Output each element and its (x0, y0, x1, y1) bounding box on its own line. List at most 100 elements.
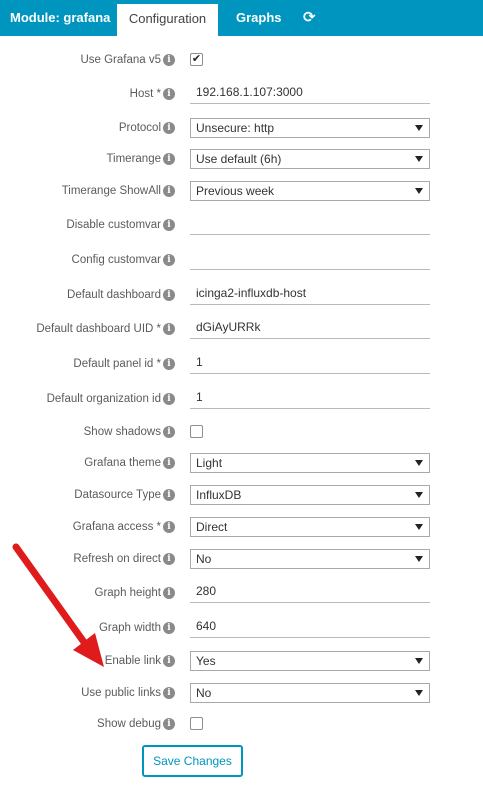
tab-configuration[interactable]: Configuration (117, 4, 218, 36)
label-graph-width: Graph width (98, 622, 161, 634)
chevron-down-icon (415, 125, 423, 131)
grafana-access-select[interactable]: Direct (190, 517, 430, 537)
info-icon[interactable]: i (163, 185, 175, 197)
info-icon[interactable]: i (163, 718, 175, 730)
tab-graphs[interactable]: Graphs (236, 0, 282, 36)
row-refresh-on-direct: Refresh on direct i No (0, 545, 483, 573)
chevron-down-icon (415, 156, 423, 162)
label-default-panel-id: Default panel id * (73, 358, 161, 370)
grafana-theme-select-value: Light (196, 456, 223, 470)
label-timerange-showall: Timerange ShowAll (61, 185, 161, 197)
graph-height-input[interactable] (190, 580, 430, 603)
refresh-on-direct-select-value: No (196, 552, 212, 566)
row-disable-customvar: Disable customvar i (0, 211, 483, 239)
chevron-down-icon (415, 524, 423, 530)
protocol-select-value: Unsecure: http (196, 121, 275, 135)
row-use-public-links: Use public links i No (0, 679, 483, 707)
row-grafana-access: Grafana access * i Direct (0, 513, 483, 541)
enable-link-select[interactable]: Yes (190, 651, 430, 671)
config-customvar-input[interactable] (190, 247, 430, 270)
checkbox-show-shadows[interactable] (190, 425, 203, 438)
label-graph-height: Graph height (94, 587, 162, 599)
label-show-debug: Show debug (97, 718, 161, 730)
default-org-id-input[interactable] (190, 386, 430, 409)
protocol-select[interactable]: Unsecure: http (190, 118, 430, 138)
timerange-showall-select[interactable]: Previous week (190, 181, 430, 201)
row-default-dashboard: Default dashboard i (0, 281, 483, 309)
chevron-down-icon (415, 460, 423, 466)
use-public-links-select[interactable]: No (190, 683, 430, 703)
default-dashboard-input[interactable] (190, 282, 430, 305)
info-icon[interactable]: i (163, 426, 175, 438)
row-host: Host * i (0, 80, 483, 108)
row-config-customvar: Config customvar i (0, 246, 483, 274)
info-icon[interactable]: i (163, 622, 175, 634)
label-show-shadows: Show shadows (83, 426, 161, 438)
label-disable-customvar: Disable customvar (66, 219, 161, 231)
grafana-theme-select[interactable]: Light (190, 453, 430, 473)
row-default-org-id: Default organization id i (0, 385, 483, 413)
row-protocol: Protocol i Unsecure: http (0, 114, 483, 142)
label-datasource-type: Datasource Type (74, 489, 161, 501)
timerange-select-value: Use default (6h) (196, 152, 282, 166)
info-icon[interactable]: i (163, 553, 175, 565)
row-default-panel-id: Default panel id * i (0, 350, 483, 378)
datasource-type-select[interactable]: InfluxDB (190, 485, 430, 505)
row-graph-height: Graph height i (0, 579, 483, 607)
datasource-type-select-value: InfluxDB (196, 488, 242, 502)
label-default-dashboard: Default dashboard (67, 289, 161, 301)
grafana-access-select-value: Direct (196, 520, 228, 534)
row-show-debug: Show debug i (0, 710, 483, 738)
info-icon[interactable]: i (163, 88, 175, 100)
info-icon[interactable]: i (163, 254, 175, 266)
info-icon[interactable]: i (163, 323, 175, 335)
row-show-shadows: Show shadows i (0, 418, 483, 446)
enable-link-select-value: Yes (196, 654, 216, 668)
info-icon[interactable]: i (163, 219, 175, 231)
row-use-grafana-v5: Use Grafana v5 i ✔ (0, 46, 483, 74)
chevron-down-icon (415, 690, 423, 696)
row-default-dashboard-uid: Default dashboard UID * i (0, 315, 483, 343)
info-icon[interactable]: i (163, 489, 175, 501)
refresh-on-direct-select[interactable]: No (190, 549, 430, 569)
info-icon[interactable]: i (163, 393, 175, 405)
tab-bar: Module: grafana Configuration Graphs ⟳ (0, 0, 483, 36)
info-icon[interactable]: i (163, 655, 175, 667)
row-timerange: Timerange i Use default (6h) (0, 145, 483, 173)
info-icon[interactable]: i (163, 54, 175, 66)
info-icon[interactable]: i (163, 687, 175, 699)
default-dashboard-uid-input[interactable] (190, 316, 430, 339)
info-icon[interactable]: i (163, 457, 175, 469)
info-icon[interactable]: i (163, 289, 175, 301)
label-timerange: Timerange (106, 153, 161, 165)
label-grafana-theme: Grafana theme (84, 457, 161, 469)
info-icon[interactable]: i (163, 358, 175, 370)
timerange-showall-select-value: Previous week (196, 184, 275, 198)
default-panel-id-input[interactable] (190, 351, 430, 374)
disable-customvar-input[interactable] (190, 212, 430, 235)
chevron-down-icon (415, 658, 423, 664)
host-input[interactable] (190, 81, 430, 104)
row-enable-link: Enable link i Yes (0, 647, 483, 675)
save-changes-button[interactable]: Save Changes (142, 745, 243, 777)
tab-module[interactable]: Module: grafana (10, 0, 110, 36)
checkbox-show-debug[interactable] (190, 717, 203, 730)
chevron-down-icon (415, 492, 423, 498)
label-default-dashboard-uid: Default dashboard UID * (36, 323, 161, 335)
row-datasource-type: Datasource Type i InfluxDB (0, 481, 483, 509)
chevron-down-icon (415, 188, 423, 194)
refresh-icon[interactable]: ⟳ (303, 0, 316, 36)
chevron-down-icon (415, 556, 423, 562)
use-public-links-select-value: No (196, 686, 212, 700)
label-default-org-id: Default organization id (46, 393, 161, 405)
info-icon[interactable]: i (163, 587, 175, 599)
graph-width-input[interactable] (190, 615, 430, 638)
row-graph-width: Graph width i (0, 614, 483, 642)
label-refresh-on-direct: Refresh on direct (73, 553, 161, 565)
info-icon[interactable]: i (163, 153, 175, 165)
info-icon[interactable]: i (163, 122, 175, 134)
label-use-grafana-v5: Use Grafana v5 (80, 54, 161, 66)
timerange-select[interactable]: Use default (6h) (190, 149, 430, 169)
checkbox-use-grafana-v5[interactable]: ✔ (190, 53, 203, 66)
info-icon[interactable]: i (163, 521, 175, 533)
